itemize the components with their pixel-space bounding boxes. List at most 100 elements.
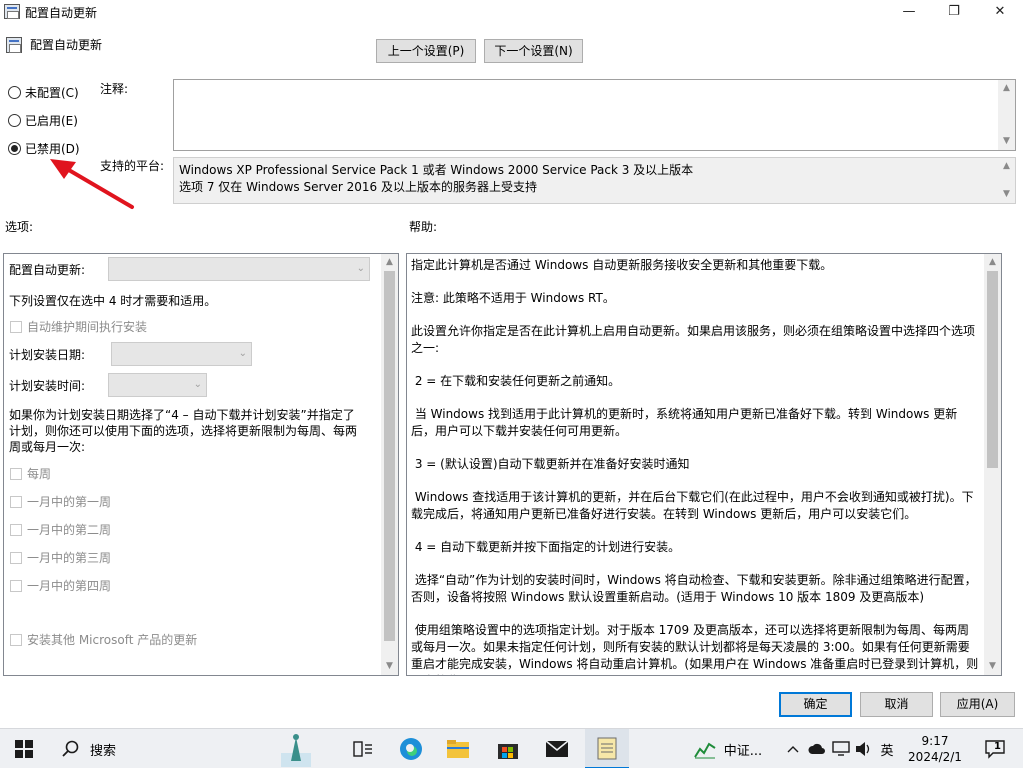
help-paragraph: 注意: 此策略不适用于 Windows RT。	[411, 291, 615, 305]
checkbox-label: 一月中的第四周	[27, 579, 112, 593]
platform-label: 支持的平台:	[100, 159, 165, 173]
help-label: 帮助:	[409, 220, 438, 234]
configure-updates-label: 配置自动更新:	[9, 263, 86, 277]
ime-indicator[interactable]: 英	[876, 729, 898, 768]
file-explorer-icon[interactable]	[438, 729, 478, 768]
help-paragraph: 4 = 自动下载更新并按下面指定的计划进行安装。	[411, 540, 681, 554]
comment-label: 注释:	[100, 82, 129, 96]
checkbox-box[interactable]	[10, 320, 22, 333]
options-note: 下列设置仅在选中 4 时才需要和适用。	[9, 294, 217, 308]
cloud-icon[interactable]	[806, 729, 828, 768]
scroll-down-icon[interactable]: ▼	[998, 133, 1015, 150]
help-scrollbar[interactable]: ▲ ▼	[984, 254, 1001, 675]
microsoft-store-icon[interactable]	[488, 729, 528, 768]
clock-time: 9:17	[921, 734, 949, 748]
scroll-up-icon[interactable]: ▲	[984, 254, 1001, 271]
second-week-checkbox[interactable]: 一月中的第二周	[10, 521, 111, 538]
radio-not-configured[interactable]: 未配置(C)	[8, 84, 79, 101]
checkbox-box[interactable]	[10, 551, 22, 564]
minimize-button[interactable]: —	[886, 0, 932, 24]
notification-center-icon[interactable]: 1	[978, 729, 1012, 768]
close-button[interactable]: ✕	[977, 0, 1023, 24]
checkbox-label: 一月中的第二周	[27, 523, 112, 537]
notepad-app-icon[interactable]	[585, 729, 629, 768]
notification-count: 1	[994, 741, 1001, 752]
stock-chart-icon	[693, 742, 716, 759]
configure-updates-dropdown[interactable]: ⌄	[108, 257, 370, 281]
schedule-day-dropdown[interactable]: ⌄	[111, 342, 252, 366]
radio-circle[interactable]	[8, 114, 21, 127]
clock-date: 2024/2/1	[908, 750, 962, 764]
cancel-button[interactable]: 取消	[860, 692, 933, 717]
comment-textarea[interactable]: ▲ ▼	[173, 79, 1016, 151]
stock-name: 中证...	[723, 743, 763, 759]
taskbar: 搜索 中证... 英 9:17 2024/2/1 1	[0, 728, 1023, 768]
task-view-icon[interactable]	[343, 729, 383, 768]
search-placeholder: 搜索	[90, 743, 117, 759]
schedule-day-label: 计划安装日期:	[9, 348, 86, 362]
platform-line: Windows XP Professional Service Pack 1 或…	[179, 163, 694, 177]
options-scrollbar[interactable]: ▲ ▼	[381, 254, 398, 675]
weekly-checkbox[interactable]: 每周	[10, 465, 51, 482]
radio-circle-selected[interactable]	[8, 142, 21, 155]
search-icon	[62, 740, 79, 757]
network-icon[interactable]	[830, 729, 852, 768]
edge-browser-icon[interactable]	[391, 729, 431, 768]
checkbox-label: 一月中的第三周	[27, 551, 112, 565]
first-week-checkbox[interactable]: 一月中的第一周	[10, 493, 111, 510]
volume-icon[interactable]	[853, 729, 875, 768]
scroll-up-icon[interactable]: ▲	[998, 158, 1015, 175]
next-setting-button[interactable]: 下一个设置(N)	[484, 39, 583, 63]
policy-name: 配置自动更新	[30, 38, 103, 52]
chevron-up-icon[interactable]	[783, 729, 803, 768]
options-panel: 配置自动更新: ⌄ 下列设置仅在选中 4 时才需要和适用。 自动维护期间执行安装…	[3, 253, 399, 676]
help-paragraph: 选择“自动”作为计划的安装时间时，Windows 将自动检查、下载和安装更新。除…	[411, 573, 977, 604]
chevron-down-icon: ⌄	[238, 348, 247, 359]
start-button[interactable]	[0, 729, 48, 768]
previous-setting-button[interactable]: 上一个设置(P)	[376, 39, 476, 63]
policy-window-icon	[4, 4, 20, 19]
platform-box: Windows XP Professional Service Pack 1 或…	[173, 157, 1016, 204]
checkbox-box[interactable]	[10, 495, 22, 508]
help-paragraph: 此设置允许你指定是否在此计算机上启用自动更新。如果启用该服务，则必须在组策略设置…	[411, 324, 976, 355]
radio-label: 已启用(E)	[25, 114, 78, 128]
title-bar: 配置自动更新 — ❐ ✕	[0, 0, 1023, 24]
scroll-thumb[interactable]	[384, 271, 395, 641]
ok-button[interactable]: 确定	[779, 692, 852, 717]
third-week-checkbox[interactable]: 一月中的第三周	[10, 549, 111, 566]
windows-logo-icon	[15, 740, 33, 758]
scroll-down-icon[interactable]: ▼	[998, 186, 1015, 203]
maintenance-install-checkbox[interactable]: 自动维护期间执行安装	[10, 318, 147, 335]
platform-scrollbar[interactable]: ▲ ▼	[998, 158, 1015, 203]
stock-widget[interactable]: 中证...	[688, 729, 768, 768]
scroll-up-icon[interactable]: ▲	[381, 254, 398, 271]
scroll-up-icon[interactable]: ▲	[998, 80, 1015, 97]
checkbox-box[interactable]	[10, 633, 22, 646]
help-paragraph: 指定此计算机是否通过 Windows 自动更新服务接收安全更新和其他重要下载。	[411, 258, 833, 272]
help-paragraph: 使用组策略设置中的选项指定计划。对于版本 1709 及更高版本，还可以选择将更新…	[411, 623, 979, 675]
scroll-down-icon[interactable]: ▼	[984, 658, 1001, 675]
checkbox-box[interactable]	[10, 579, 22, 592]
fourth-week-checkbox[interactable]: 一月中的第四周	[10, 577, 111, 594]
checkbox-label: 安装其他 Microsoft 产品的更新	[27, 633, 198, 647]
checkbox-box[interactable]	[10, 523, 22, 536]
chevron-down-icon: ⌄	[193, 379, 202, 390]
chevron-down-icon: ⌄	[356, 263, 365, 274]
help-paragraph: 2 = 在下载和安装任何更新之前通知。	[411, 374, 621, 388]
comment-scrollbar[interactable]: ▲ ▼	[998, 80, 1015, 150]
policy-icon	[6, 37, 22, 53]
schedule-time-dropdown[interactable]: ⌄	[108, 373, 207, 397]
scroll-down-icon[interactable]: ▼	[381, 658, 398, 675]
mail-icon[interactable]	[537, 729, 577, 768]
scroll-thumb[interactable]	[987, 271, 998, 468]
other-products-checkbox[interactable]: 安装其他 Microsoft 产品的更新	[10, 631, 197, 648]
radio-circle[interactable]	[8, 86, 21, 99]
clock[interactable]: 9:17 2024/2/1	[900, 729, 970, 768]
checkbox-box[interactable]	[10, 467, 22, 480]
platform-line: 选项 7 仅在 Windows Server 2016 及以上版本的服务器上受支…	[179, 180, 537, 194]
help-panel: 指定此计算机是否通过 Windows 自动更新服务接收安全更新和其他重要下载。 …	[406, 253, 1002, 676]
maximize-button[interactable]: ❐	[931, 0, 977, 24]
radio-enabled[interactable]: 已启用(E)	[8, 112, 78, 129]
apply-button[interactable]: 应用(A)	[940, 692, 1015, 717]
checkbox-label: 每周	[27, 467, 52, 481]
